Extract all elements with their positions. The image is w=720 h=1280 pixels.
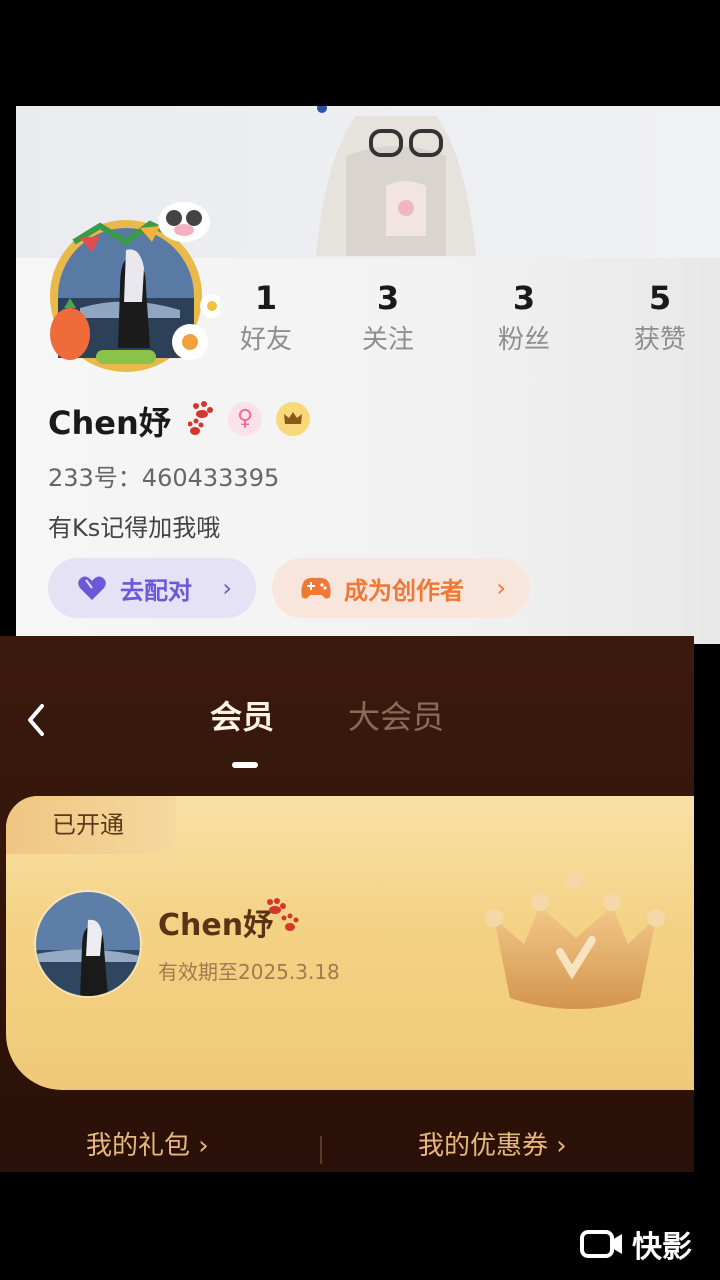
anime-figure-illustration — [316, 106, 476, 256]
tab-super-member[interactable]: 大会员 — [348, 696, 444, 738]
video-camera-icon — [580, 1230, 622, 1258]
username: Chen妤 — [48, 404, 171, 442]
avatar-frame-decoration — [50, 202, 224, 372]
user-id: 233号：460433395 — [48, 464, 280, 492]
member-name: Chen妤 — [158, 908, 274, 943]
match-button-label: 去配对 — [120, 576, 192, 605]
avatar[interactable] — [40, 198, 224, 378]
divider — [320, 1136, 322, 1164]
stat-value: 3 — [376, 279, 400, 317]
stat-following[interactable]: 3 关注 — [338, 278, 438, 360]
gamepad-icon — [301, 577, 331, 599]
heart-icon — [78, 576, 106, 600]
tab-member[interactable]: 会员 — [210, 696, 274, 738]
paw-print-icon — [267, 898, 299, 931]
become-creator-label: 成为创作者 — [344, 576, 464, 605]
stat-likes[interactable]: 5 获赞 — [610, 278, 710, 360]
stat-label: 粉丝 — [497, 325, 550, 355]
become-creator-button[interactable]: 成为创作者 › — [272, 558, 530, 618]
stat-label: 好友 — [239, 325, 292, 355]
my-gifts-link[interactable]: 我的礼包 › — [86, 1128, 209, 1164]
back-arrow-icon[interactable] — [24, 702, 48, 738]
app-watermark: 快影 — [580, 1222, 692, 1266]
stat-label: 获赞 — [633, 325, 686, 355]
stat-friends[interactable]: 1 好友 — [216, 278, 316, 360]
my-coupons-link[interactable]: 我的优惠券 › — [418, 1128, 567, 1164]
user-bio: 有Ks记得加我哦 — [48, 514, 221, 542]
status-badge: 已开通 — [6, 796, 176, 854]
active-tab-indicator — [232, 762, 258, 768]
avatar — [34, 890, 142, 998]
match-button[interactable]: 去配对 › — [48, 558, 256, 618]
stat-value: 5 — [648, 279, 672, 317]
stat-label: 关注 — [361, 325, 414, 355]
membership-card[interactable]: 已开通 Chen妤 有效期至2025.3.18 — [6, 796, 694, 1090]
crown-icon — [485, 871, 665, 1009]
membership-expiry: 有效期至2025.3.18 — [158, 960, 340, 984]
chevron-right-icon: › — [496, 574, 506, 602]
stat-fans[interactable]: 3 粉丝 — [474, 278, 574, 360]
stat-value: 3 — [512, 279, 536, 317]
stat-value: 1 — [254, 279, 278, 317]
paw-print-icon — [188, 401, 213, 435]
chevron-right-icon: › — [222, 574, 232, 602]
membership-panel: 会员 大会员 已开通 Chen妤 有效期至2025.3.18 我的礼包 › 我的… — [0, 636, 694, 1172]
gender-female-icon: ♀ — [228, 402, 262, 436]
crown-badge-icon — [276, 402, 310, 436]
watermark-text: 快影 — [632, 1230, 692, 1265]
profile-card: 1 好友 3 关注 3 粉丝 5 获赞 Chen妤 ♀ 233号：4604333… — [16, 106, 720, 644]
